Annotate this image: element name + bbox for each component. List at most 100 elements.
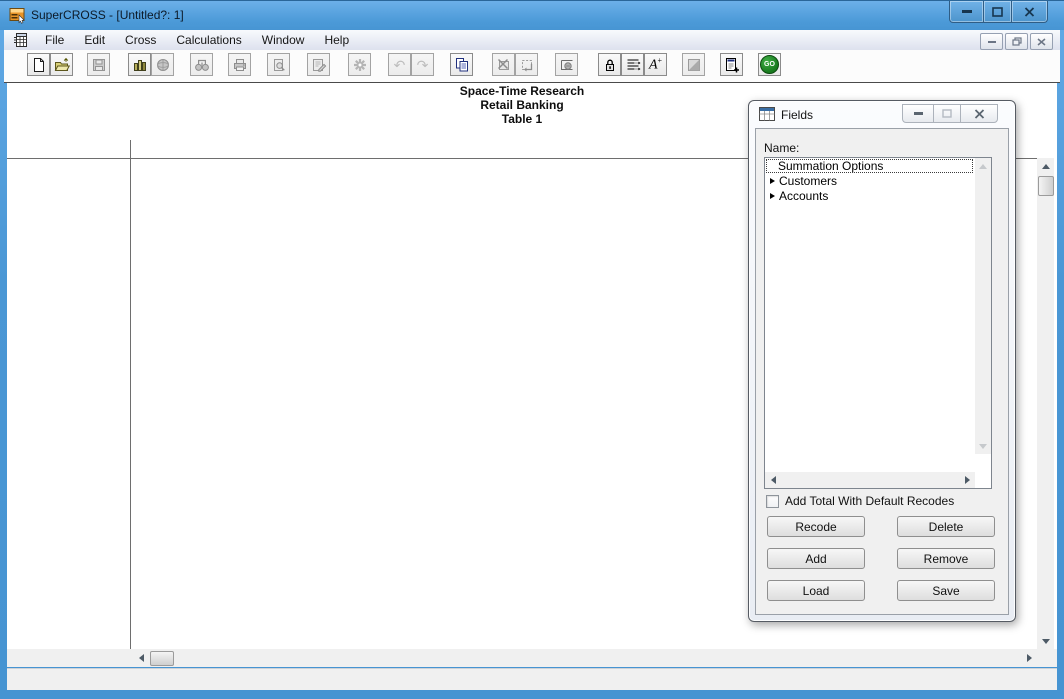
list-vertical-scrollbar[interactable] [975,158,991,454]
status-bar [7,668,1057,690]
scroll-left-icon [139,654,144,662]
menu-calculations[interactable]: Calculations [166,31,251,49]
load-button[interactable]: Load [767,580,865,601]
horizontal-scroll-thumb[interactable] [150,651,174,666]
window-title: SuperCROSS - [Untitled?: 1] [31,8,184,22]
undo-button[interactable]: ↶ [388,53,411,76]
open-button[interactable] [50,53,73,76]
list-scroll-left-button[interactable] [767,472,779,488]
save-button[interactable] [87,53,110,76]
font-size-icon: A+ [649,57,662,73]
lock-button[interactable] [598,53,621,76]
fields-dialog-controls [902,104,998,123]
horizontal-scrollbar[interactable] [7,649,1057,667]
field-arrange-button[interactable] [621,53,644,76]
binoculars-search-icon [194,57,210,73]
scroll-up-icon [979,164,987,169]
list-item-customers[interactable]: Customers [766,174,973,188]
table-marker-button[interactable] [555,53,578,76]
new-table-plus-icon [724,57,740,73]
mdi-minimize-button[interactable] [980,33,1003,50]
transpose-button[interactable] [515,53,538,76]
vertical-scroll-thumb[interactable] [1038,176,1054,196]
fields-dialog-client: Name: Summation Options Customers Accoun… [755,128,1009,615]
mdi-restore-button[interactable] [1005,33,1028,50]
maximize-icon [992,7,1003,17]
menu-file[interactable]: File [35,31,74,49]
search-button[interactable] [190,53,213,76]
vertical-scrollbar[interactable] [1037,158,1054,649]
go-label: GO [764,61,775,68]
print-button[interactable] [228,53,251,76]
close-button[interactable] [1011,1,1048,23]
scroll-down-button[interactable] [1037,633,1054,649]
maximize-button[interactable] [984,1,1011,23]
name-label: Name: [764,141,799,155]
add-table-button[interactable] [720,53,743,76]
application-window: SuperCROSS - [Untitled?: 1] File Edit Cr… [0,0,1064,699]
scroll-down-icon [979,444,987,449]
edit-document-icon [311,57,327,73]
remove-button[interactable]: Remove [897,548,995,569]
field-arrange-icon [625,57,641,73]
list-item-accounts[interactable]: Accounts [766,189,973,203]
minimize-icon [962,10,972,13]
sphere-button[interactable] [151,53,174,76]
redo-button[interactable]: ↷ [411,53,434,76]
list-scroll-right-button[interactable] [961,472,973,488]
menu-cross[interactable]: Cross [115,31,166,49]
print-preview-button[interactable] [267,53,290,76]
expand-arrow-icon[interactable] [770,193,775,199]
go-icon: GO [760,55,779,74]
clear-table-button[interactable] [492,53,515,76]
list-item-summation-options[interactable]: Summation Options [766,159,973,173]
toolbar: ↶ ↷ A+ [4,50,1060,83]
go-button[interactable]: GO [758,53,781,76]
add-total-checkbox[interactable] [766,495,779,508]
add-button[interactable]: Add [767,548,865,569]
dialog-minimize-button[interactable] [902,104,934,123]
undo-icon: ↶ [394,58,406,72]
menu-help[interactable]: Help [314,31,359,49]
new-document-icon [31,57,47,73]
chart-button[interactable] [128,53,151,76]
printer-icon [232,57,248,73]
sphere-icon [155,57,171,73]
derivations-button[interactable] [348,53,371,76]
print-preview-icon [271,57,287,73]
dialog-close-icon [974,109,985,119]
dialog-close-button[interactable] [960,104,998,123]
scroll-left-button[interactable] [133,649,149,667]
expand-arrow-icon[interactable] [770,178,775,184]
bar-chart-icon [132,57,148,73]
close-icon [1024,7,1035,17]
redo-icon: ↷ [417,58,429,72]
scroll-right-button[interactable] [1021,649,1037,667]
font-size-button[interactable]: A+ [644,53,667,76]
delete-button[interactable]: Delete [897,516,995,537]
recode-button[interactable]: Recode [767,516,865,537]
menu-edit[interactable]: Edit [74,31,115,49]
menu-window[interactable]: Window [252,31,315,49]
save-disk-icon [91,57,107,73]
shading-button[interactable] [682,53,705,76]
scroll-up-icon [1042,164,1050,169]
list-item-label: Summation Options [778,159,883,173]
fields-list[interactable]: Summation Options Customers Accounts [764,157,992,489]
list-scroll-down-button[interactable] [975,440,991,452]
edit-button[interactable] [307,53,330,76]
dialog-maximize-button[interactable] [934,104,960,123]
table-title-line-1: Space-Time Research [7,84,1037,98]
list-item-label: Customers [779,174,837,188]
minimize-button[interactable] [949,1,984,23]
table-marker-icon [559,57,575,73]
menubar: File Edit Cross Calculations Window Help [4,30,1060,50]
list-horizontal-scrollbar[interactable] [765,472,975,488]
copy-button[interactable] [450,53,473,76]
dialog-maximize-icon [942,109,952,118]
mdi-close-button[interactable] [1030,33,1053,50]
scroll-up-button[interactable] [1037,158,1054,174]
save-dialog-button[interactable]: Save [897,580,995,601]
list-scroll-up-button[interactable] [975,160,991,172]
new-table-button[interactable] [27,53,50,76]
